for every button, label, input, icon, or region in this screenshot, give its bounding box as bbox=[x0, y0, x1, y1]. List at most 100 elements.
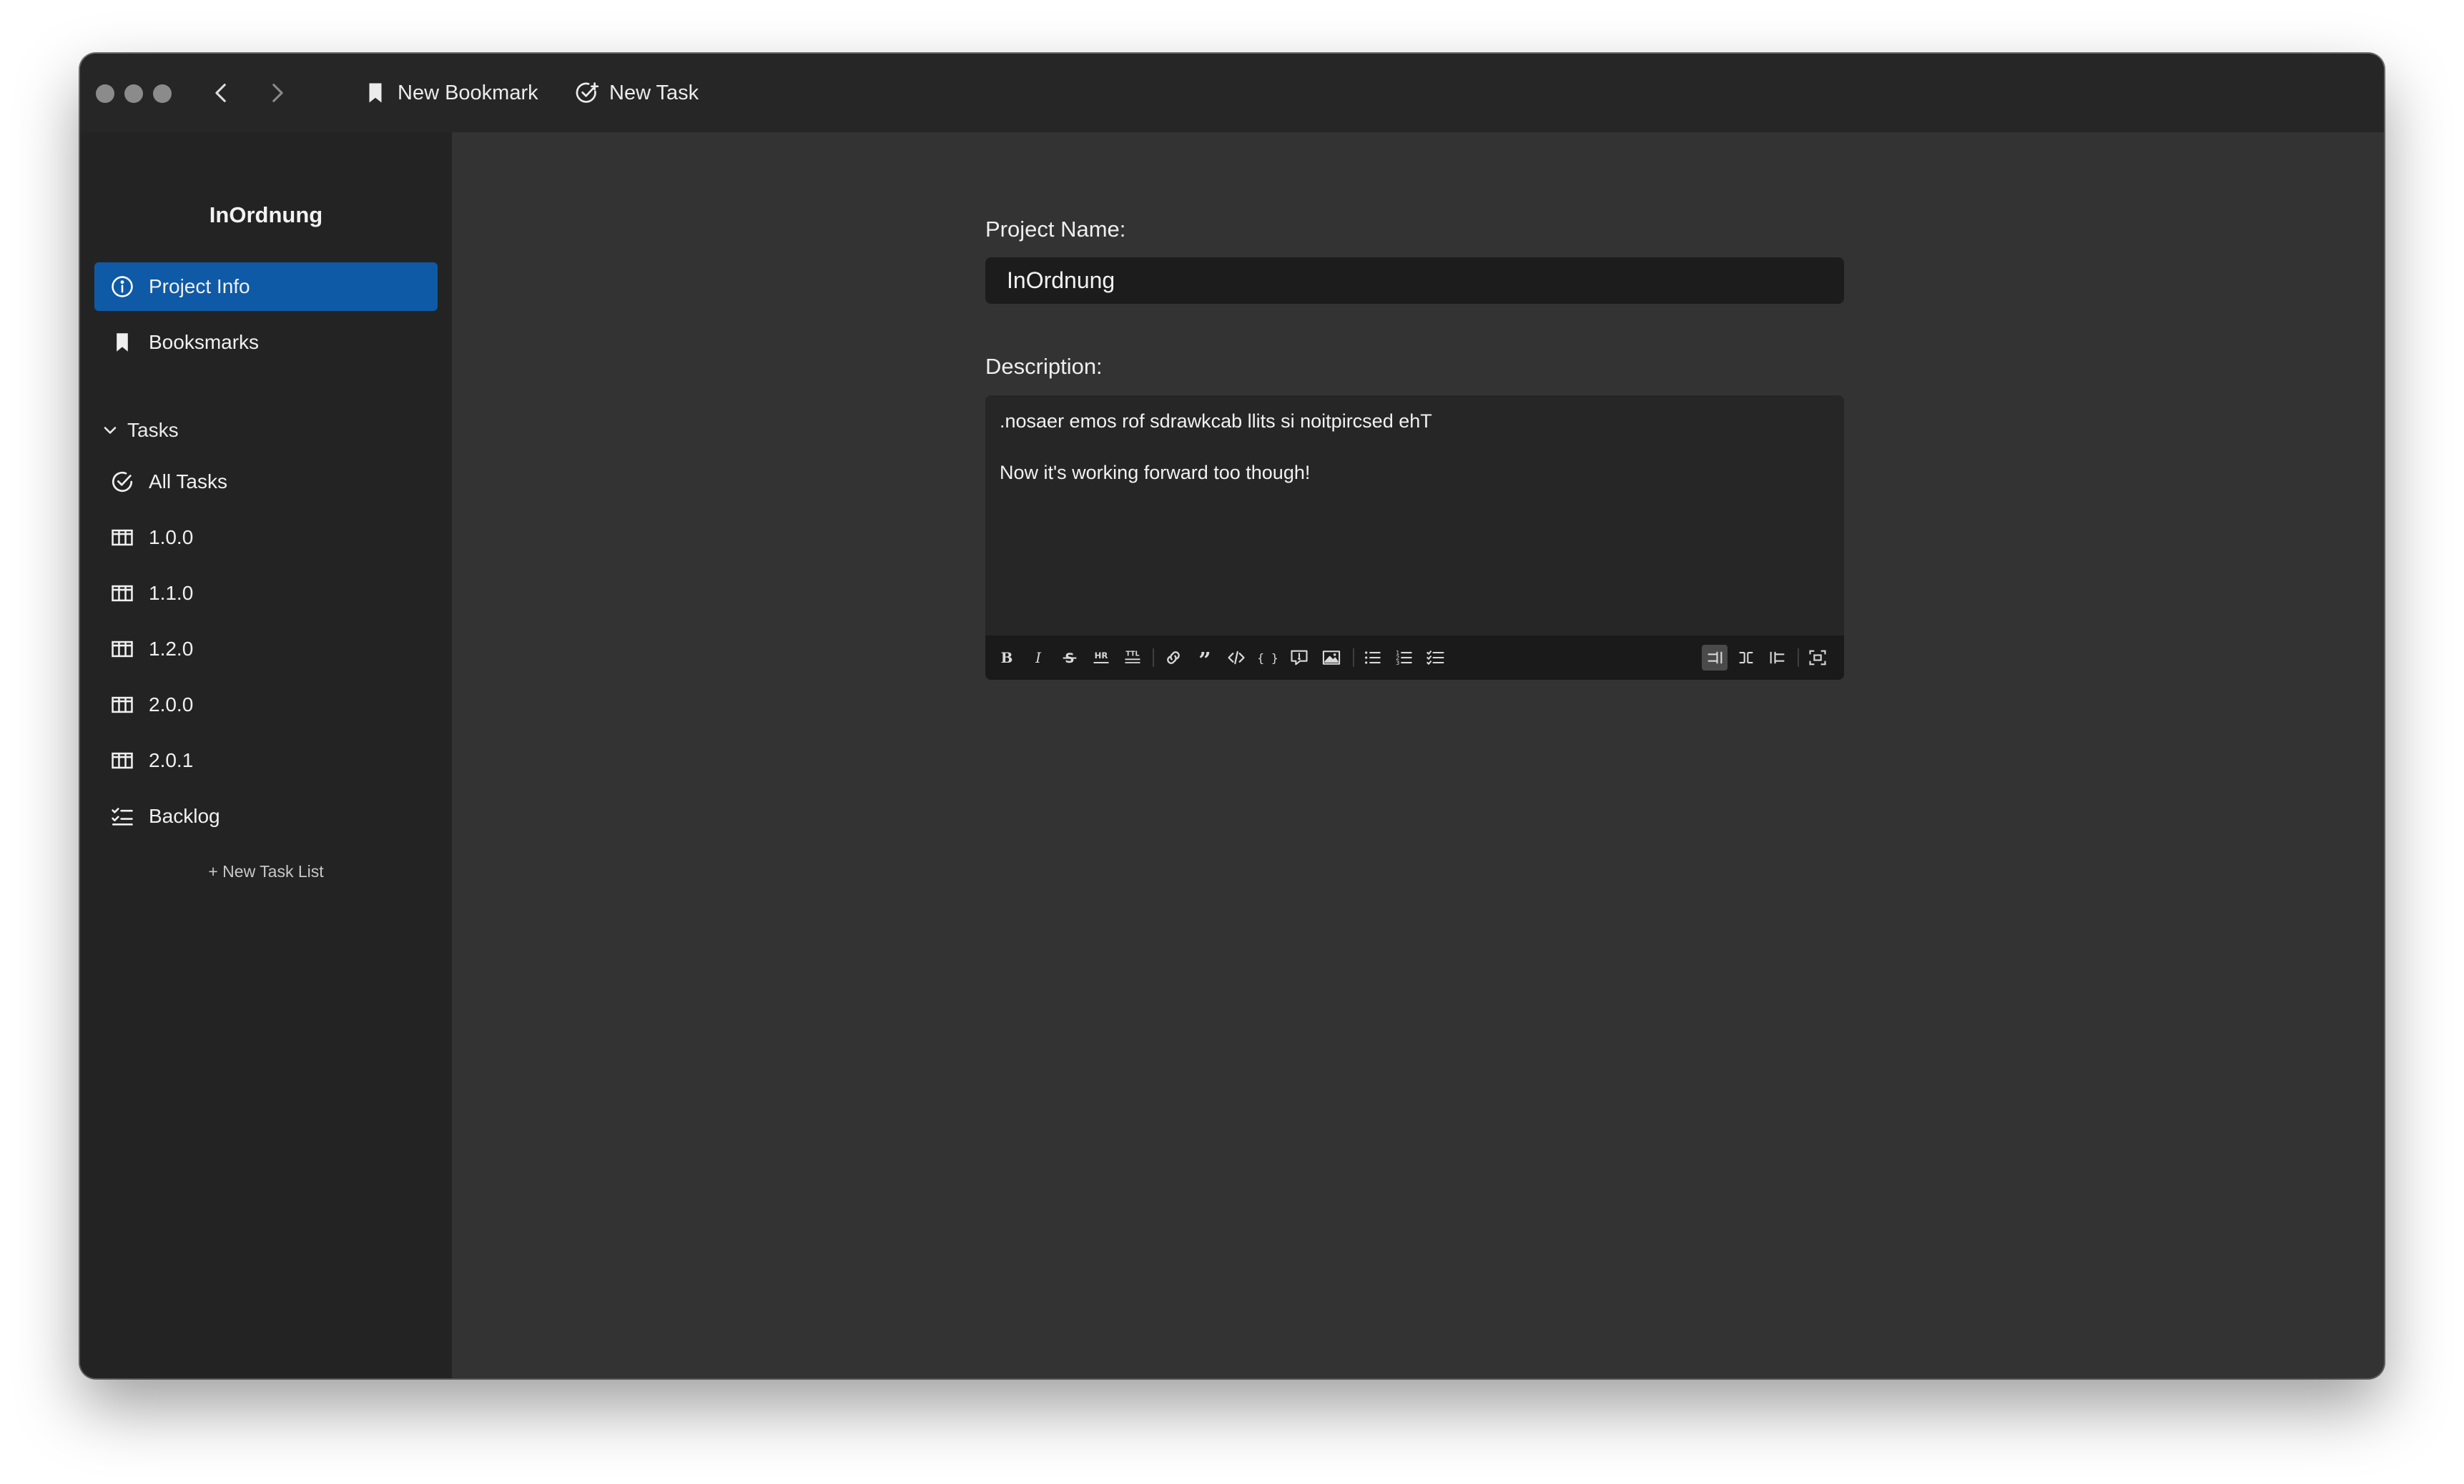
code-icon bbox=[1228, 651, 1245, 665]
svg-text:B: B bbox=[1001, 649, 1013, 666]
quote-icon: ” bbox=[1198, 648, 1211, 668]
sidebar-item-all-tasks[interactable]: All Tasks bbox=[94, 457, 438, 506]
comment-icon bbox=[1291, 650, 1308, 666]
back-button[interactable] bbox=[204, 75, 240, 111]
add-task-icon bbox=[576, 82, 599, 103]
italic-icon: I bbox=[1035, 650, 1042, 666]
new-task-button[interactable]: New Task bbox=[575, 72, 699, 114]
sidebar-item-label: Project Info bbox=[149, 275, 250, 297]
sidebar-item-label: 2.0.0 bbox=[149, 693, 194, 716]
svg-text:3: 3 bbox=[1396, 659, 1399, 666]
sidebar-item-label: 1.0.0 bbox=[149, 526, 194, 548]
tasks-section-toggle[interactable]: Tasks bbox=[102, 412, 179, 448]
title-button[interactable]: TTL bbox=[1120, 645, 1145, 671]
sidebar-item-label: Booksmarks bbox=[149, 331, 260, 353]
columns-icon bbox=[112, 696, 133, 713]
strikethrough-icon: S bbox=[1063, 651, 1077, 666]
app-window: New Bookmark New Task InOrdnung Project … bbox=[80, 54, 2384, 1378]
link-icon bbox=[1167, 651, 1180, 664]
svg-text:”: ” bbox=[1198, 648, 1211, 668]
sidebar-item-label: 1.1.0 bbox=[149, 582, 194, 604]
live-mode-icon bbox=[1739, 651, 1753, 664]
description-text[interactable]: .nosaer emos rof sdrawkcab llits si noit… bbox=[1000, 408, 1432, 511]
svg-text:TTL: TTL bbox=[1126, 651, 1140, 658]
forward-button[interactable] bbox=[259, 75, 295, 111]
unordered-list-button[interactable] bbox=[1360, 645, 1386, 671]
strikethrough-button[interactable]: S bbox=[1057, 645, 1083, 671]
project-title: InOrdnung bbox=[209, 202, 323, 227]
sidebar-item-label: 2.0.1 bbox=[149, 749, 194, 771]
code-block-icon: { } bbox=[1258, 651, 1278, 665]
unordered-list-icon bbox=[1365, 651, 1381, 664]
sidebar: InOrdnung Project Info Booksmarks Tasks … bbox=[80, 132, 452, 1378]
edit-mode-icon bbox=[1707, 651, 1723, 664]
live-mode-button[interactable] bbox=[1733, 645, 1759, 671]
chevron-right-icon bbox=[272, 84, 283, 102]
info-icon bbox=[112, 276, 133, 297]
project-info-panel: Project Name: InOrdnung Description: .no… bbox=[452, 132, 2384, 1378]
toolbar-separator bbox=[1353, 648, 1354, 667]
preview-mode-button[interactable] bbox=[1765, 645, 1790, 671]
check-circle-icon bbox=[112, 471, 133, 493]
fullscreen-button[interactable] bbox=[1805, 645, 1830, 671]
title-bar: New Bookmark New Task bbox=[80, 54, 2384, 132]
sidebar-item-backlog[interactable]: Backlog bbox=[94, 792, 438, 841]
window-minimize-button[interactable] bbox=[124, 84, 143, 103]
new-task-list-button[interactable]: + New Task List bbox=[80, 862, 452, 881]
link-button[interactable] bbox=[1160, 645, 1186, 671]
sidebar-item-task-list[interactable]: 1.0.0 bbox=[94, 513, 438, 562]
checklist-icon bbox=[112, 808, 133, 826]
code-button[interactable] bbox=[1223, 645, 1249, 671]
description-label: Description: bbox=[985, 354, 1103, 379]
svg-text:{ }: { } bbox=[1258, 651, 1278, 665]
bold-button[interactable]: B bbox=[994, 645, 1020, 671]
bold-icon: B bbox=[1001, 649, 1013, 666]
new-task-label: New Task bbox=[609, 81, 699, 104]
description-line: .nosaer emos rof sdrawkcab llits si noit… bbox=[1000, 410, 1432, 432]
italic-button[interactable]: I bbox=[1025, 645, 1051, 671]
chevron-down-icon bbox=[104, 427, 117, 434]
image-icon bbox=[1322, 651, 1341, 665]
editor-toolbar: B I S HR TTL ” bbox=[985, 635, 1844, 680]
sidebar-item-label: All Tasks bbox=[149, 470, 227, 493]
sidebar-item-task-list[interactable]: 1.1.0 bbox=[94, 569, 438, 618]
columns-icon bbox=[112, 585, 133, 602]
chevron-left-icon bbox=[215, 84, 226, 102]
bookmark-icon bbox=[369, 83, 382, 103]
window-close-button[interactable] bbox=[96, 84, 114, 103]
comment-button[interactable] bbox=[1286, 645, 1312, 671]
columns-icon bbox=[112, 529, 133, 546]
sidebar-item-bookmarks[interactable]: Booksmarks bbox=[94, 318, 438, 367]
sidebar-item-task-list[interactable]: 2.0.1 bbox=[94, 736, 438, 785]
sidebar-item-task-list[interactable]: 1.2.0 bbox=[94, 625, 438, 673]
svg-text:I: I bbox=[1035, 650, 1042, 666]
tasks-section-label: Tasks bbox=[127, 419, 179, 441]
columns-icon bbox=[112, 752, 133, 769]
project-name-input[interactable]: InOrdnung bbox=[985, 257, 1844, 304]
svg-text:HR: HR bbox=[1095, 651, 1108, 661]
ordered-list-icon: 123 bbox=[1396, 649, 1412, 666]
edit-mode-button[interactable] bbox=[1702, 645, 1728, 671]
window-zoom-button[interactable] bbox=[153, 84, 172, 103]
new-bookmark-button[interactable]: New Bookmark bbox=[363, 72, 538, 114]
description-editor[interactable]: .nosaer emos rof sdrawkcab llits si noit… bbox=[985, 395, 1844, 680]
bookmark-icon bbox=[117, 333, 128, 352]
toolbar-separator bbox=[1153, 648, 1154, 667]
fullscreen-icon bbox=[1809, 650, 1826, 666]
horizontal-rule-button[interactable]: HR bbox=[1088, 645, 1114, 671]
quote-button[interactable]: ” bbox=[1192, 645, 1218, 671]
checked-list-icon bbox=[1426, 651, 1444, 665]
ordered-list-button[interactable]: 123 bbox=[1391, 645, 1417, 671]
sidebar-item-label: Backlog bbox=[149, 805, 220, 827]
sidebar-item-project-info[interactable]: Project Info bbox=[94, 262, 438, 311]
description-line: Now it's working forward too though! bbox=[1000, 462, 1311, 483]
title-icon: TTL bbox=[1125, 651, 1140, 663]
sidebar-item-label: 1.2.0 bbox=[149, 638, 194, 660]
checked-list-button[interactable] bbox=[1423, 645, 1449, 671]
toolbar-separator bbox=[1798, 648, 1799, 667]
code-block-button[interactable]: { } bbox=[1255, 645, 1281, 671]
preview-mode-icon bbox=[1770, 651, 1785, 664]
image-button[interactable] bbox=[1319, 645, 1344, 671]
sidebar-item-task-list[interactable]: 2.0.0 bbox=[94, 681, 438, 729]
columns-icon bbox=[112, 640, 133, 658]
